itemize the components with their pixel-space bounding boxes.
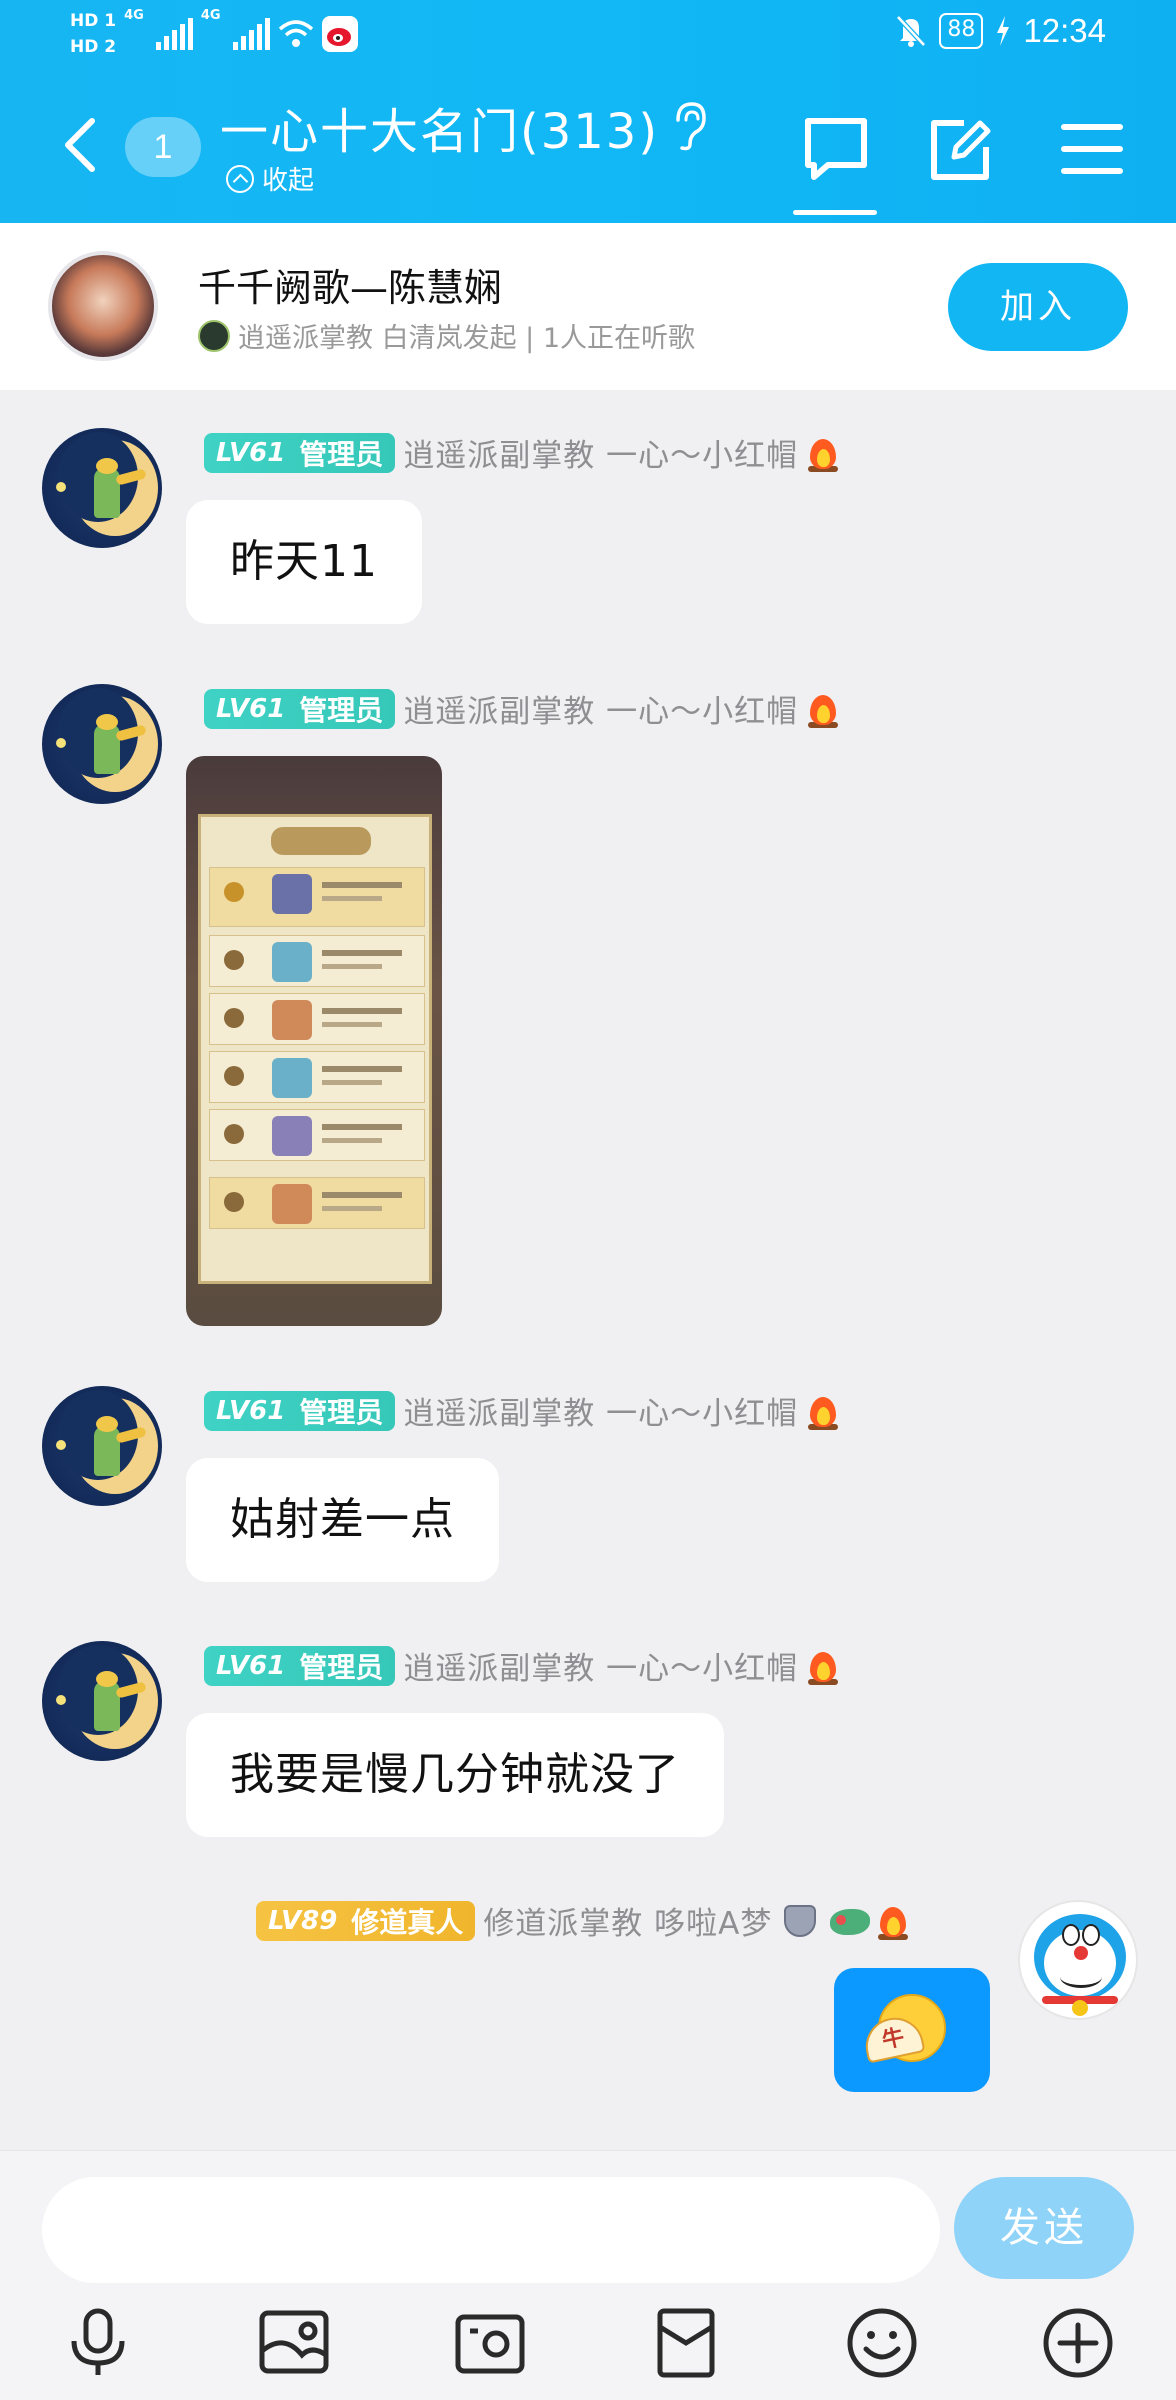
avatar[interactable]: [42, 1641, 162, 1761]
image-message[interactable]: [186, 756, 442, 1326]
group-title[interactable]: 一心十大名门(313): [220, 92, 659, 162]
initiator-avatar: [198, 319, 230, 352]
album-cover[interactable]: [48, 251, 158, 361]
signal-icon: [232, 18, 270, 50]
edit-icon[interactable]: [924, 113, 996, 185]
send-button[interactable]: 发送: [954, 2177, 1134, 2279]
sender-row: LV61 管理员 逍遥派副掌教 一心～小红帽: [204, 686, 840, 731]
mute-bell-icon: [896, 15, 927, 47]
avatar[interactable]: [42, 684, 162, 804]
fire-icon: [876, 1901, 910, 1941]
ear-icon[interactable]: [668, 100, 708, 152]
unread-count-badge[interactable]: 1: [125, 117, 201, 177]
status-bar: HD 1 HD 2 4G 4G 88 12:34: [0, 0, 1176, 70]
level-badge: LV61 管理员: [204, 1390, 396, 1431]
message-bubble[interactable]: 昨天11: [186, 500, 422, 624]
level-badge: LV61 管理员: [204, 432, 396, 473]
avatar[interactable]: [42, 1386, 162, 1506]
sender-row: LV61 管理员 逍遥派副掌教 一心～小红帽: [204, 1388, 840, 1433]
sender-row: LV89 修道真人 修道派掌教 哆啦A梦: [256, 1898, 910, 1943]
network-type-1: 4G: [124, 8, 144, 23]
sender-row: LV61 管理员 逍遥派副掌教 一心～小红帽: [204, 1643, 840, 1688]
level-badge: LV61 管理员: [204, 688, 396, 729]
message-bubble[interactable]: 我要是慢几分钟就没了: [186, 1713, 724, 1837]
collapse-toggle[interactable]: 收起: [226, 160, 314, 197]
level-badge: LV89 修道真人: [256, 1900, 476, 1941]
plus-icon[interactable]: [1038, 2303, 1118, 2383]
sender-name[interactable]: 修道派掌教 哆啦A梦: [483, 1898, 772, 1943]
emoji-icon[interactable]: [842, 2303, 922, 2383]
fire-icon: [806, 1646, 840, 1686]
sender-name[interactable]: 逍遥派副掌教 一心～小红帽: [403, 1388, 798, 1433]
image-icon[interactable]: [254, 2303, 334, 2383]
camera-icon[interactable]: [450, 2303, 530, 2383]
level-badge: LV61 管理员: [204, 1645, 396, 1686]
wifi-icon: [278, 20, 313, 47]
message-input[interactable]: [42, 2177, 940, 2283]
avatar[interactable]: [42, 428, 162, 548]
chat-header: HD 1 HD 2 4G 4G 88 12:34 1 一心十大名门(313) 收…: [0, 0, 1176, 223]
input-area: 发送: [0, 2150, 1176, 2400]
sender-name[interactable]: 逍遥派副掌教 一心～小红帽: [403, 430, 798, 475]
sender-row: LV61 管理员 逍遥派副掌教 一心～小红帽: [204, 430, 840, 475]
song-subtitle: 逍遥派掌教 白清岚发起 | 1人正在听歌: [198, 316, 695, 355]
fire-icon: [806, 1391, 840, 1431]
song-title: 千千阙歌—陈慧娴: [198, 266, 503, 310]
sticker-message[interactable]: 牛: [834, 1968, 990, 2092]
dragon-badge-icon: [828, 1901, 871, 1941]
fire-icon: [806, 433, 840, 473]
battery-indicator: 88: [939, 13, 984, 49]
hd-indicator: HD 1 HD 2: [70, 11, 117, 57]
microphone-icon[interactable]: [58, 2303, 138, 2383]
listen-together-bar[interactable]: 千千阙歌—陈慧娴 逍遥派掌教 白清岚发起 | 1人正在听歌 加入: [0, 223, 1176, 390]
fire-icon: [806, 689, 840, 729]
menu-icon[interactable]: [1056, 113, 1128, 185]
shield-badge-icon: [780, 1901, 820, 1941]
chat-bubble-icon[interactable]: [800, 113, 872, 185]
chevron-up-icon: [226, 164, 254, 193]
weibo-icon: [321, 16, 358, 52]
clock: 12:34: [1023, 12, 1106, 49]
charging-icon: [997, 16, 1010, 46]
leaderboard-image: [198, 814, 432, 1284]
back-arrow-icon[interactable]: [60, 115, 100, 175]
red-packet-icon[interactable]: [646, 2303, 726, 2383]
active-tab-indicator: [793, 210, 877, 215]
join-button[interactable]: 加入: [948, 263, 1128, 351]
my-avatar[interactable]: [1018, 1900, 1138, 2020]
network-type-2: 4G: [200, 8, 221, 23]
collapse-label: 收起: [262, 166, 315, 196]
sender-name[interactable]: 逍遥派副掌教 一心～小红帽: [403, 1643, 798, 1688]
sender-name[interactable]: 逍遥派副掌教 一心～小红帽: [403, 686, 798, 731]
message-bubble[interactable]: 姑射差一点: [186, 1458, 499, 1582]
signal-icon: [155, 18, 193, 50]
